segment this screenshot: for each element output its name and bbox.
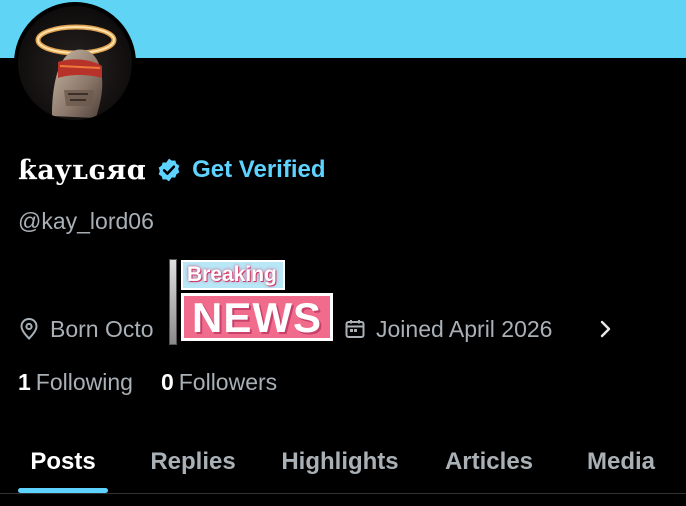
profile-tabs: Posts Replies Highlights Articles Media (0, 432, 686, 494)
tab-highlights[interactable]: Highlights (270, 432, 410, 492)
news-label: NEWS (181, 293, 333, 341)
joined-date: Joined April 2026 (376, 315, 553, 342)
joined-item: Joined April 2026 (344, 312, 552, 346)
breaking-news-overlay: Breaking NEWS (169, 257, 339, 347)
profile-page: ƙayʟɢяɑ Get Verified @kay_lord06 Born Oc… (0, 0, 686, 506)
breaking-label: Breaking (181, 260, 285, 290)
avatar[interactable] (14, 2, 136, 124)
overlay-bar (169, 259, 177, 345)
calendar-icon (344, 318, 366, 340)
tab-posts[interactable]: Posts (18, 432, 108, 492)
following-link[interactable]: 1 Following (18, 369, 133, 396)
tab-media[interactable]: Media (572, 432, 670, 492)
followers-link[interactable]: 0 Followers (161, 369, 277, 396)
tab-articles[interactable]: Articles (432, 432, 546, 492)
chevron-right-icon[interactable] (598, 316, 614, 348)
location-pin-icon (18, 317, 40, 341)
following-label: Following (35, 368, 133, 395)
active-tab-indicator (18, 488, 108, 493)
tab-replies[interactable]: Replies (140, 432, 246, 492)
name-row: ƙayʟɢяɑ Get Verified (18, 152, 326, 188)
followers-count: 0 (160, 368, 174, 395)
followers-label: Followers (178, 368, 278, 395)
following-count: 1 (18, 368, 31, 395)
verified-badge-icon (156, 157, 182, 183)
display-name: ƙayʟɢяɑ (18, 154, 147, 186)
avatar-image (18, 6, 132, 120)
follow-stats: 1 Following 0 Followers (18, 365, 277, 399)
get-verified-button[interactable]: Get Verified (192, 156, 325, 184)
profile-handle: @kay_lord06 (18, 208, 154, 234)
